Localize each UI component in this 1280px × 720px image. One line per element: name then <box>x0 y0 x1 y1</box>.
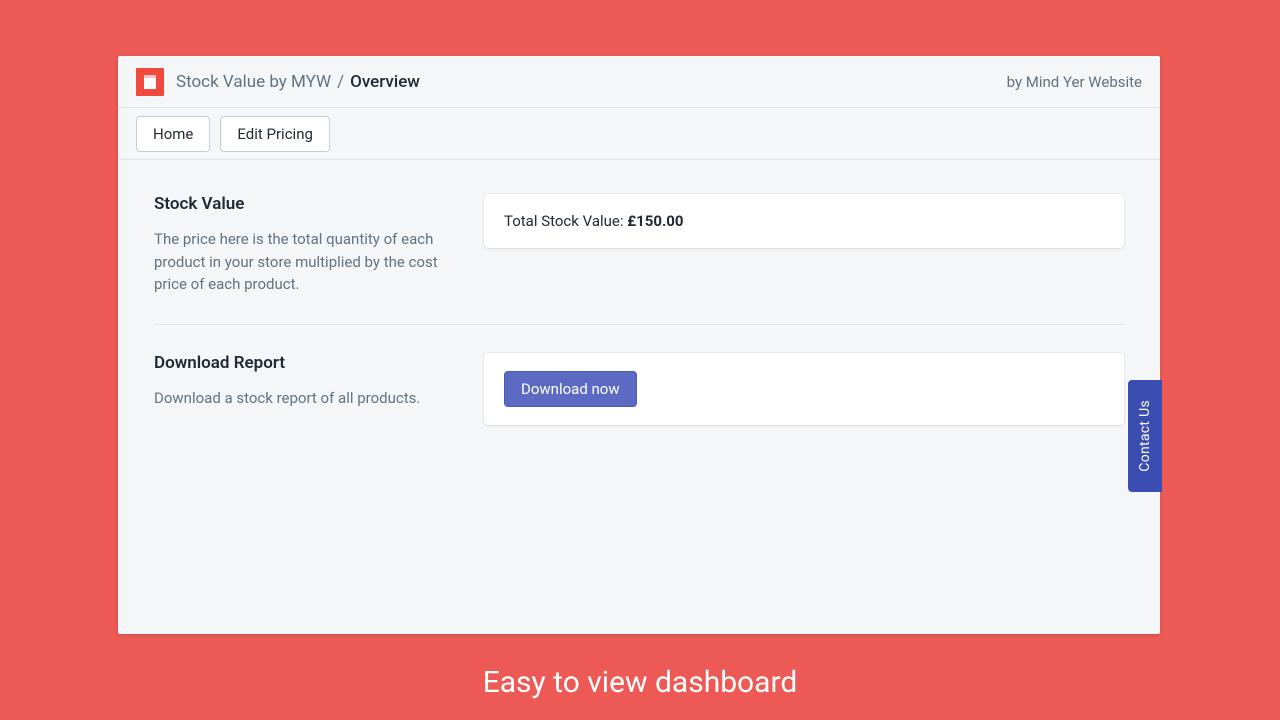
edit-pricing-button[interactable]: Edit Pricing <box>220 116 330 152</box>
contact-us-tab[interactable]: Contact Us <box>1128 380 1162 492</box>
card-download-report: Download now <box>484 353 1124 425</box>
app-logo-icon <box>136 68 164 96</box>
breadcrumb-current: Overview <box>350 72 420 92</box>
byline[interactable]: by Mind Yer Website <box>1007 73 1142 91</box>
toolbar: Home Edit Pricing <box>118 108 1160 160</box>
section-title-stock-value: Stock Value <box>154 194 454 214</box>
breadcrumb: Stock Value by MYW / Overview <box>176 72 420 92</box>
section-download-report: Download Report Download a stock report … <box>154 324 1124 453</box>
breadcrumb-separator: / <box>337 72 344 92</box>
section-desc-download-report: Download a stock report of all products. <box>154 387 454 410</box>
section-download-report-body: Download now <box>484 353 1124 425</box>
tagline: Easy to view dashboard <box>0 665 1280 700</box>
breadcrumb-app-name[interactable]: Stock Value by MYW <box>176 72 331 92</box>
total-stock-value-line: Total Stock Value: £150.00 <box>504 212 1104 230</box>
section-download-report-info: Download Report Download a stock report … <box>154 353 454 425</box>
section-stock-value: Stock Value The price here is the total … <box>154 184 1124 324</box>
download-now-button[interactable]: Download now <box>504 371 637 407</box>
content-area: Stock Value The price here is the total … <box>118 160 1160 477</box>
home-button[interactable]: Home <box>136 116 210 152</box>
total-stock-value-label: Total Stock Value: <box>504 212 627 230</box>
promo-frame: Stock Value by MYW / Overview by Mind Ye… <box>0 0 1280 720</box>
section-title-download-report: Download Report <box>154 353 454 373</box>
app-window: Stock Value by MYW / Overview by Mind Ye… <box>118 56 1160 634</box>
total-stock-value-amount: £150.00 <box>627 212 683 230</box>
contact-us-label: Contact Us <box>1137 400 1153 472</box>
card-stock-value: Total Stock Value: £150.00 <box>484 194 1124 248</box>
section-desc-stock-value: The price here is the total quantity of … <box>154 228 454 296</box>
section-stock-value-info: Stock Value The price here is the total … <box>154 194 454 296</box>
titlebar: Stock Value by MYW / Overview by Mind Ye… <box>118 56 1160 108</box>
section-stock-value-body: Total Stock Value: £150.00 <box>484 194 1124 296</box>
